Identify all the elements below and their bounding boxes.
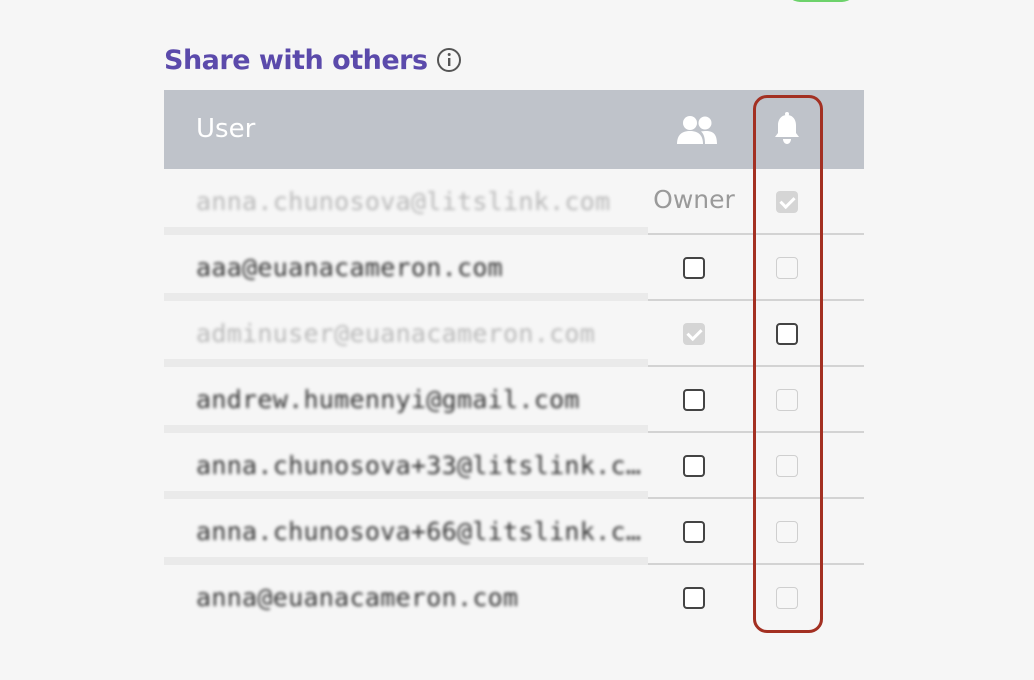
row-divider	[164, 293, 648, 301]
table-row: andrew.humennyi@gmail.com	[164, 367, 864, 433]
notify-checkbox	[776, 191, 798, 213]
table-row: anna.chunosova+33@litslink.co...	[164, 433, 864, 499]
access-checkbox[interactable]	[683, 257, 705, 279]
share-table: User anna.chunosova@litslink.com Owner aaa…	[164, 90, 864, 631]
table-row: adminuser@euanacameron.com	[164, 301, 864, 367]
share-section-heading: Share with others	[164, 40, 462, 80]
table-row: anna.chunosova@litslink.com Owner	[164, 169, 864, 235]
users-icon	[676, 114, 718, 151]
user-email: adminuser@euanacameron.com	[196, 319, 596, 348]
role-label: Owner	[653, 185, 735, 214]
user-email: andrew.humennyi@gmail.com	[196, 385, 580, 414]
access-checkbox[interactable]	[683, 521, 705, 543]
user-email: anna.chunosova+33@litslink.co...	[196, 451, 648, 480]
column-header-user: User	[196, 114, 256, 144]
row-divider	[164, 359, 648, 367]
notify-checkbox	[776, 455, 798, 477]
row-divider	[164, 491, 648, 499]
notify-checkbox[interactable]	[776, 323, 798, 345]
notify-checkbox	[776, 257, 798, 279]
notify-checkbox	[776, 587, 798, 609]
row-divider	[164, 557, 648, 565]
share-title: Share with others	[164, 44, 428, 76]
table-row: anna@euanacameron.com	[164, 565, 864, 631]
table-header: User	[164, 90, 864, 169]
notify-checkbox	[776, 521, 798, 543]
row-divider	[164, 425, 648, 433]
user-email: anna.chunosova@litslink.com	[196, 187, 611, 216]
notify-checkbox	[776, 389, 798, 411]
user-email: aaa@euanacameron.com	[196, 253, 504, 282]
access-checkbox	[683, 323, 705, 345]
table-row: aaa@euanacameron.com	[164, 235, 864, 301]
table-row: anna.chunosova+66@litslink.c...	[164, 499, 864, 565]
user-email: anna@euanacameron.com	[196, 583, 519, 612]
access-checkbox[interactable]	[683, 389, 705, 411]
access-checkbox[interactable]	[683, 587, 705, 609]
toggle-switch[interactable]	[786, 0, 856, 2]
bell-icon	[772, 112, 802, 151]
user-email: anna.chunosova+66@litslink.c...	[196, 517, 648, 546]
access-checkbox[interactable]	[683, 455, 705, 477]
info-icon[interactable]	[436, 47, 462, 73]
row-divider	[164, 227, 648, 235]
